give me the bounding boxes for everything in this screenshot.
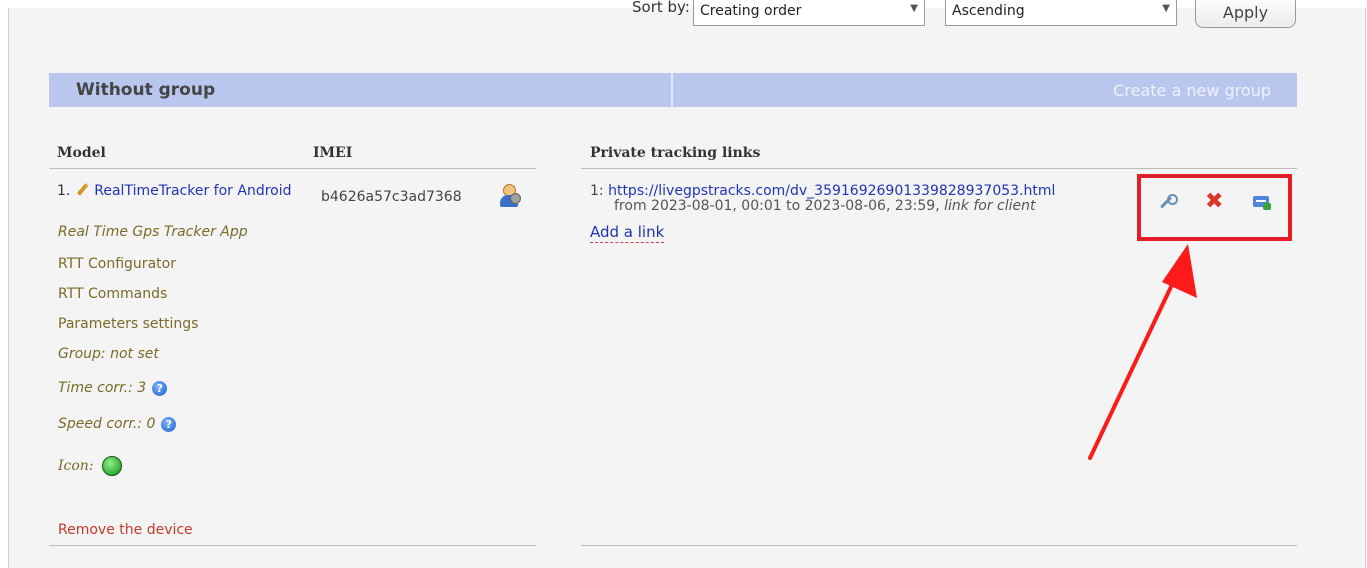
divider	[581, 168, 1297, 169]
speed-correction[interactable]: Speed corr.: 0?	[58, 416, 177, 432]
tracking-link-row: 1: https://livegpstracks.com/dv_35916926…	[590, 183, 1055, 199]
chevron-down-icon: ▼	[910, 3, 918, 14]
sort-value: Creating order	[700, 3, 802, 19]
green-dot-icon[interactable]	[101, 456, 122, 476]
divider	[581, 545, 1297, 546]
tracking-link-index: 1:	[590, 183, 604, 199]
sort-label: Sort by:	[632, 0, 690, 16]
group-title-cell: Without group	[49, 73, 673, 107]
help-icon[interactable]: ?	[152, 380, 168, 396]
tracking-link-dates: from 2023-08-01, 00:01 to 2023-08-06, 23…	[614, 198, 940, 214]
divider	[49, 168, 536, 169]
tracking-link-url[interactable]: https://livegpstracks.com/dv_35916926901…	[608, 183, 1055, 199]
group-title: Without group	[76, 80, 216, 100]
chevron-down-icon: ▼	[1162, 3, 1170, 14]
time-corr-label: Time corr.: 3	[58, 380, 147, 396]
user-key-icon[interactable]	[497, 184, 521, 208]
rtt-configurator-link[interactable]: RTT Configurator	[58, 256, 176, 272]
divider	[49, 545, 536, 546]
apply-button[interactable]: Apply	[1195, 0, 1296, 28]
pencil-icon[interactable]	[75, 181, 90, 197]
column-tracking-links: Private tracking links	[590, 145, 761, 161]
rtt-commands-link[interactable]: RTT Commands	[58, 286, 167, 302]
time-correction[interactable]: Time corr.: 3?	[58, 380, 168, 396]
group-header: Without group Create a new group	[49, 73, 1297, 107]
remove-device-link[interactable]: Remove the device	[58, 522, 193, 538]
tracking-link-range: from 2023-08-01, 00:01 to 2023-08-06, 23…	[614, 198, 1035, 214]
add-link-button[interactable]: Add a link	[590, 223, 665, 243]
icon-label: Icon:	[58, 458, 94, 474]
parameters-settings-link[interactable]: Parameters settings	[58, 316, 198, 332]
help-icon[interactable]: ?	[161, 416, 177, 432]
device-imei: b4626a57c3ad7368	[321, 189, 462, 205]
sort-select[interactable]: Creating order ▼	[693, 0, 925, 26]
column-imei: IMEI	[313, 145, 353, 161]
tracking-link-note: link for client	[944, 198, 1036, 214]
annotation-highlight-box	[1137, 174, 1292, 241]
devices-panel: Sort by: Creating order ▼ Ascending ▼ Ap…	[8, 0, 1366, 568]
device-icon-setting[interactable]: Icon:	[58, 456, 122, 476]
column-model: Model	[57, 145, 106, 161]
order-value: Ascending	[952, 3, 1025, 19]
create-group-link[interactable]: Create a new group	[1113, 81, 1271, 100]
device-app-name[interactable]: Real Time Gps Tracker App	[58, 224, 248, 240]
order-select[interactable]: Ascending ▼	[945, 0, 1177, 26]
device-name-link[interactable]: RealTimeTracker for Android	[94, 183, 291, 199]
group-setting-link[interactable]: Group: not set	[58, 346, 159, 362]
device-title: 1. RealTimeTracker for Android	[57, 183, 297, 200]
device-index: 1.	[57, 183, 71, 199]
speed-corr-label: Speed corr.: 0	[58, 416, 156, 432]
